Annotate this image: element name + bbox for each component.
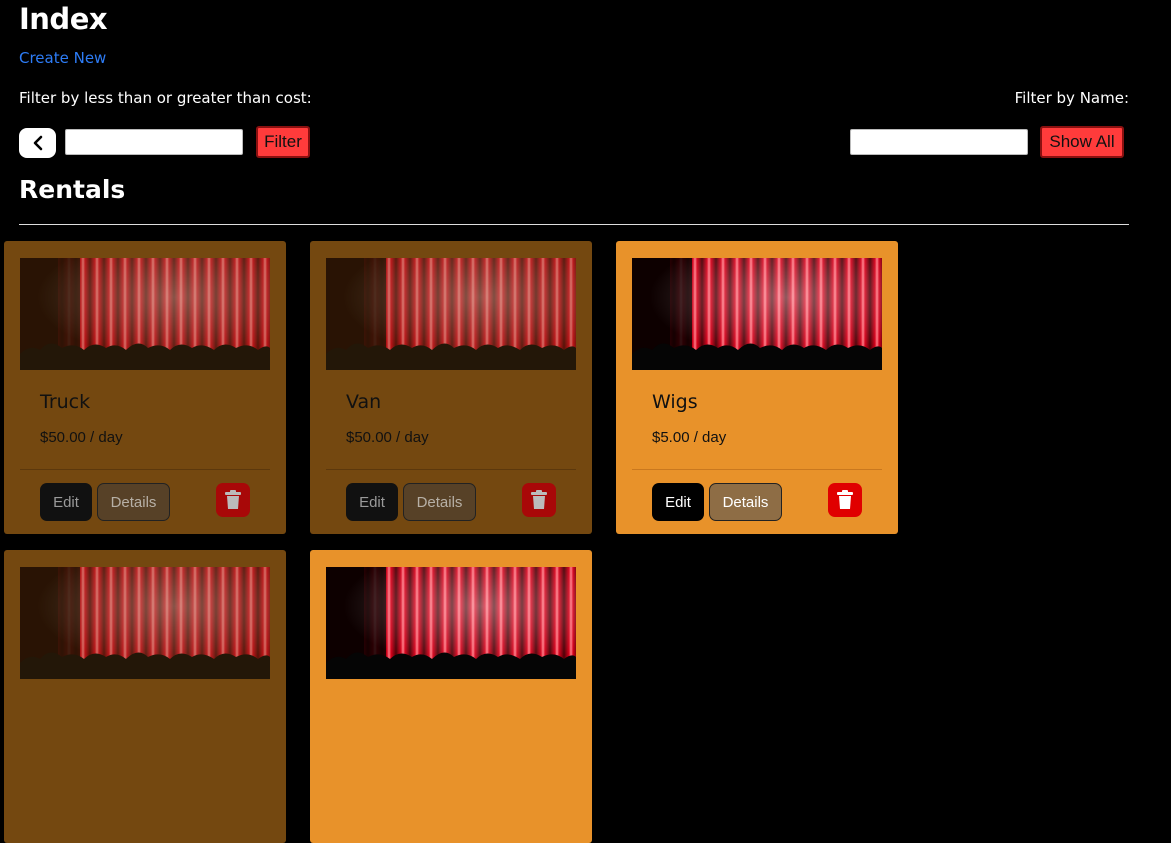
details-button[interactable]: Details <box>97 483 170 521</box>
trash-icon <box>837 490 853 509</box>
name-filter-input[interactable] <box>850 129 1028 155</box>
edit-button[interactable]: Edit <box>346 483 398 521</box>
card-title: Van <box>346 391 382 413</box>
card-title: Truck <box>40 391 91 413</box>
theater-curtain-image <box>632 258 882 370</box>
card-price: $5.00 / day <box>652 429 727 446</box>
delete-button[interactable] <box>522 483 556 517</box>
chevron-left-icon <box>33 135 42 151</box>
section-title: Rentals <box>19 175 126 204</box>
cost-filter-input[interactable] <box>65 129 243 155</box>
trash-icon <box>531 490 547 509</box>
filter-button[interactable]: Filter <box>256 126 310 158</box>
show-all-button[interactable]: Show All <box>1040 126 1124 158</box>
filter-cost-label: Filter by less than or greater than cost… <box>19 89 312 107</box>
create-new-link[interactable]: Create New <box>19 49 106 67</box>
theater-curtain-image <box>326 567 576 679</box>
trash-icon <box>225 490 241 509</box>
edit-button[interactable]: Edit <box>40 483 92 521</box>
theater-curtain-image <box>20 258 270 370</box>
card-price: $50.00 / day <box>346 429 429 446</box>
delete-button[interactable] <box>828 483 862 517</box>
rental-card: Van $50.00 / day Edit Details <box>310 241 592 534</box>
rental-card <box>4 550 286 843</box>
card-divider <box>20 469 270 470</box>
theater-curtain-image <box>20 567 270 679</box>
card-price: $50.00 / day <box>40 429 123 446</box>
theater-curtain-image <box>326 258 576 370</box>
rental-card <box>310 550 592 843</box>
card-title: Wigs <box>652 391 698 413</box>
card-divider <box>326 469 576 470</box>
divider <box>19 224 1129 225</box>
filter-name-label: Filter by Name: <box>1014 89 1129 107</box>
edit-button[interactable]: Edit <box>652 483 704 521</box>
rental-card: Wigs $5.00 / day Edit Details <box>616 241 898 534</box>
delete-button[interactable] <box>216 483 250 517</box>
rental-card: Truck $50.00 / day Edit Details <box>4 241 286 534</box>
cost-direction-toggle-button[interactable] <box>19 128 56 158</box>
card-divider <box>632 469 882 470</box>
details-button[interactable]: Details <box>709 483 782 521</box>
details-button[interactable]: Details <box>403 483 476 521</box>
page-title: Index <box>19 2 108 36</box>
